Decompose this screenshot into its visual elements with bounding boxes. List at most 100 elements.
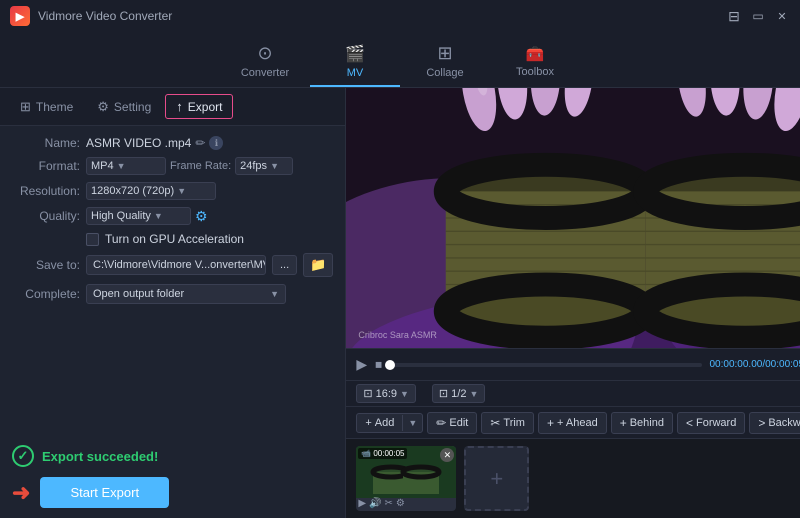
gpu-label: Turn on GPU Acceleration <box>105 232 244 246</box>
forward-icon: < <box>686 416 693 430</box>
complete-row: Complete: Open output folder ▼ <box>12 284 333 304</box>
folder-button[interactable]: 📁 <box>303 253 333 277</box>
ahead-label: + Ahead <box>557 417 598 429</box>
format-value: MP4 ▼ Frame Rate: 24fps ▼ <box>86 157 333 175</box>
timeline-add-button[interactable]: + <box>464 446 529 511</box>
subtab-theme-label: Theme <box>36 100 73 114</box>
arrow-icon: ➜ <box>12 480 30 506</box>
ahead-button[interactable]: + + Ahead <box>538 412 607 434</box>
trim-icon: ✂ <box>490 416 500 430</box>
tl-cut-icon[interactable]: ✂ <box>385 498 393 509</box>
resolution-arrow-icon: ▼ <box>177 186 186 196</box>
play-button[interactable]: ▶ <box>356 356 367 373</box>
page-arrow-icon: ▼ <box>469 389 478 399</box>
subtab-setting-label: Setting <box>114 100 151 114</box>
edit-icon: ✏ <box>436 416 446 430</box>
timeline: 📹 00:00:05 ✕ ▶ 🔊 ✂ ⚙ + <box>346 438 800 518</box>
toolbox-icon: 🧰 <box>526 45 545 63</box>
setting-icon: ⚙ <box>97 99 109 115</box>
sub-tabs: ⊞ Theme ⚙ Setting ↑ Export <box>0 88 345 126</box>
behind-button[interactable]: + Behind <box>611 412 673 434</box>
video-watermark: Cribroc Sara ASMR <box>358 330 437 340</box>
tab-collage[interactable]: ⊞ Collage <box>400 37 490 87</box>
resolution-row: Resolution: 1280x720 (720p) ▼ <box>12 182 333 200</box>
format-select[interactable]: MP4 ▼ <box>86 157 166 175</box>
save-to-row: Save to: C:\Vidmore\Vidmore V...onverter… <box>12 253 333 277</box>
converter-icon: ⊙ <box>257 43 272 64</box>
tl-play-icon[interactable]: ▶ <box>358 498 366 509</box>
timeline-controls: ▶ 🔊 ✂ ⚙ <box>358 498 405 509</box>
maximize-button[interactable]: ▭ <box>750 8 766 24</box>
edit-button[interactable]: ✏ Edit <box>427 412 477 434</box>
subtab-theme[interactable]: ⊞ Theme <box>10 95 83 119</box>
tab-converter[interactable]: ⊙ Converter <box>220 37 310 87</box>
name-row: Name: ASMR VIDEO .mp4 ✏ ℹ <box>12 136 333 150</box>
backward-label: Backward <box>768 417 800 429</box>
close-button[interactable]: ✕ <box>774 8 790 24</box>
browse-dots-button[interactable]: ... <box>272 255 297 275</box>
name-text: ASMR VIDEO .mp4 <box>86 136 191 150</box>
gpu-checkbox[interactable] <box>86 233 99 246</box>
subtab-export[interactable]: ↑ Export <box>165 94 233 119</box>
ratio-arrow-icon: ▼ <box>400 389 409 399</box>
tl-vol-icon[interactable]: 🔊 <box>369 498 381 509</box>
ratio-select[interactable]: ⊡ 16:9 ▼ <box>356 384 416 403</box>
frame-rate-arrow-icon: ▼ <box>270 161 279 171</box>
nav-tabs: ⊙ Converter 🎬 MV ⊞ Collage 🧰 Toolbox <box>0 32 800 88</box>
tab-mv-label: MV <box>347 67 364 79</box>
behind-label: Behind <box>630 417 664 429</box>
name-value: ASMR VIDEO .mp4 ✏ ℹ <box>86 136 333 150</box>
frame-rate-label: Frame Rate: <box>170 160 231 172</box>
tl-edit-icon[interactable]: ⚙ <box>396 498 405 509</box>
page-select[interactable]: ⊡ 1/2 ▼ <box>432 384 485 403</box>
app-icon: ▶ <box>10 6 30 26</box>
name-label: Name: <box>12 136 80 150</box>
backward-button[interactable]: > Backward <box>749 412 800 434</box>
export-success: ✓ Export succeeded! <box>0 439 345 473</box>
frame-rate-value: 24fps <box>240 160 267 172</box>
timeline-item[interactable]: 📹 00:00:05 ✕ ▶ 🔊 ✂ ⚙ <box>356 446 456 511</box>
format-label: Format: <box>12 159 80 173</box>
resolution-select-value: 1280x720 (720p) <box>91 185 174 197</box>
subtab-export-label: Export <box>188 100 223 114</box>
tab-toolbox[interactable]: 🧰 Toolbox <box>490 37 580 87</box>
progress-bar[interactable] <box>390 363 701 367</box>
trim-button[interactable]: ✂ Trim <box>481 412 534 434</box>
add-label: Add <box>375 417 395 429</box>
minimize-button[interactable]: ⊟ <box>726 8 742 24</box>
collage-icon: ⊞ <box>437 43 452 64</box>
frame-rate-select[interactable]: 24fps ▼ <box>235 157 293 175</box>
behind-icon: + <box>620 416 627 430</box>
resolution-select[interactable]: 1280x720 (720p) ▼ <box>86 182 216 200</box>
add-icon: + <box>365 417 371 429</box>
quality-row: Quality: High Quality ▼ ⚙ <box>12 207 333 225</box>
start-export-button[interactable]: Start Export <box>40 477 169 508</box>
ratio-value: 16:9 <box>376 388 397 400</box>
ratio-icon: ⊡ <box>363 387 372 400</box>
complete-value: Open output folder <box>93 288 184 300</box>
tab-mv[interactable]: 🎬 MV <box>310 37 400 87</box>
stop-button[interactable]: ⏹ <box>375 356 382 373</box>
edit-icon[interactable]: ✏ <box>195 136 205 150</box>
add-dropdown: + Add ▼ <box>356 413 423 433</box>
progress-dot <box>385 360 395 370</box>
info-icon[interactable]: ℹ <box>209 136 223 150</box>
complete-select[interactable]: Open output folder ▼ <box>86 284 286 304</box>
video-placeholder <box>346 88 800 348</box>
titlebar: ▶ Vidmore Video Converter ⊟ ▭ ✕ <box>0 0 800 32</box>
edit-label: Edit <box>449 417 468 429</box>
add-button[interactable]: + Add <box>357 414 402 432</box>
add-dropdown-arrow[interactable]: ▼ <box>402 415 422 431</box>
subtab-setting[interactable]: ⚙ Setting <box>87 95 161 119</box>
format-row: Format: MP4 ▼ Frame Rate: 24fps ▼ <box>12 157 333 175</box>
video-preview: Cribroc Sara ASMR <box>346 88 800 348</box>
video-controls: ▶ ⏹ 00:00:00.00/00:00:05.00 🔊 Start Expo… <box>346 348 800 380</box>
forward-button[interactable]: < Forward <box>677 412 745 434</box>
complete-label: Complete: <box>12 287 80 301</box>
forward-label: Forward <box>696 417 736 429</box>
resolution-value: 1280x720 (720p) ▼ <box>86 182 333 200</box>
resolution-label: Resolution: <box>12 184 80 198</box>
quality-gear-icon[interactable]: ⚙ <box>195 208 208 225</box>
trim-label: Trim <box>503 417 525 429</box>
quality-select[interactable]: High Quality ▼ <box>86 207 191 225</box>
